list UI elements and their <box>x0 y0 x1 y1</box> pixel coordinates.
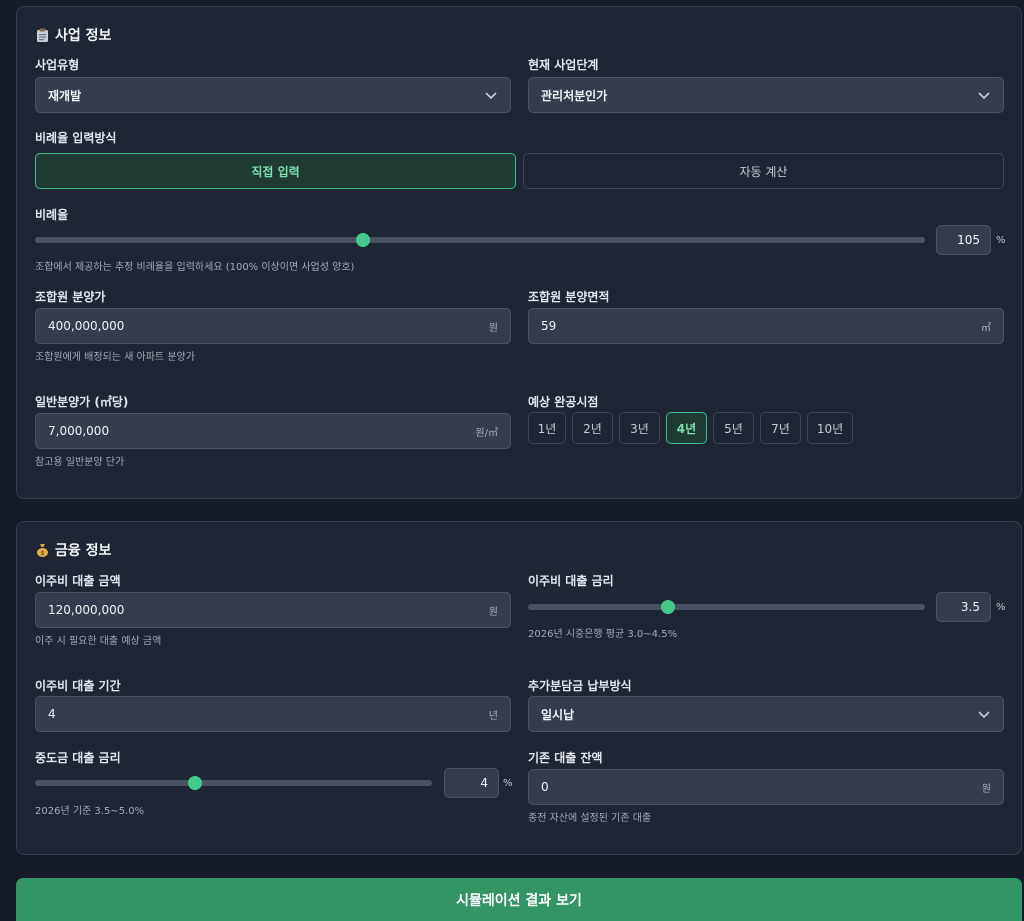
business-type-select[interactable]: 재개발 <box>35 77 511 113</box>
existing-loan-field[interactable]: 원 <box>528 769 1004 805</box>
clipboard-icon <box>35 28 49 42</box>
business-stage-value: 관리처분인가 <box>541 88 608 103</box>
middle-rate-label: 중도금 대출 금리 <box>35 751 121 765</box>
moving-loan-input[interactable] <box>48 603 483 617</box>
general-price-field[interactable]: 원/㎡ <box>35 413 511 449</box>
existing-loan-label: 기존 대출 잔액 <box>528 751 603 765</box>
moving-period-unit: 년 <box>488 710 498 722</box>
completion-chip-1y[interactable]: 1년 <box>528 412 566 444</box>
general-price-input[interactable] <box>48 424 470 438</box>
payment-method-select[interactable]: 일시납 <box>528 696 1004 732</box>
member-price-help: 조합원에게 배정되는 새 아파트 분양가 <box>35 352 195 363</box>
general-price-label: 일반분양가 (㎡당) <box>35 395 129 409</box>
completion-chip-10y[interactable]: 10년 <box>807 412 853 444</box>
member-area-unit: ㎡ <box>981 322 991 334</box>
ratio-unit: % <box>996 235 1006 246</box>
payment-method-value: 일시납 <box>541 707 575 722</box>
existing-loan-help: 종전 자산에 설정된 기존 대출 <box>528 813 652 824</box>
middle-rate-input[interactable]: 4 <box>444 768 499 798</box>
middle-rate-slider-track[interactable] <box>35 780 432 786</box>
member-price-unit: 원 <box>488 322 498 334</box>
business-info-title-text: 사업 정보 <box>55 28 112 44</box>
finance-info-title-text: 금융 정보 <box>55 543 112 559</box>
moving-rate-unit: % <box>996 602 1006 613</box>
completion-chip-3y[interactable]: 3년 <box>619 412 660 444</box>
payment-method-label: 추가분담금 납부방식 <box>528 679 632 693</box>
ratio-slider-thumb[interactable] <box>356 233 370 247</box>
general-price-help: 참고용 일반분양 단가 <box>35 457 125 468</box>
member-price-input[interactable] <box>48 319 483 333</box>
completion-chip-7y[interactable]: 7년 <box>760 412 801 444</box>
business-type-label: 사업유형 <box>35 58 80 72</box>
general-price-unit: 원/㎡ <box>475 427 498 439</box>
member-area-input[interactable] <box>541 319 975 333</box>
ratio-mode-direct-button[interactable]: 직접 입력 <box>35 153 516 189</box>
chevron-down-icon <box>978 92 990 100</box>
finance-info-title: $ 금융 정보 <box>35 540 111 560</box>
member-area-label: 조합원 분양면적 <box>528 290 610 304</box>
moving-loan-field[interactable]: 원 <box>35 592 511 628</box>
moving-rate-slider-track[interactable] <box>528 604 925 610</box>
business-info-title: 사업 정보 <box>35 25 111 45</box>
middle-rate-help: 2026년 기준 3.5~5.0% <box>35 806 145 817</box>
chevron-down-icon <box>978 711 990 719</box>
svg-text:$: $ <box>40 550 44 557</box>
middle-rate-slider-thumb[interactable] <box>188 776 202 790</box>
moving-loan-help: 이주 시 필요한 대출 예상 금액 <box>35 636 162 647</box>
ratio-slider-track[interactable] <box>35 237 925 243</box>
ratio-mode-label: 비례율 입력방식 <box>35 131 117 145</box>
moving-loan-label: 이주비 대출 금액 <box>35 574 121 588</box>
business-type-value: 재개발 <box>48 88 82 103</box>
simulate-results-button[interactable]: 시뮬레이션 결과 보기 <box>16 878 1022 921</box>
member-area-field[interactable]: ㎡ <box>528 308 1004 344</box>
business-stage-label: 현재 사업단계 <box>528 58 599 72</box>
existing-loan-unit: 원 <box>981 783 991 795</box>
completion-label: 예상 완공시점 <box>528 395 599 409</box>
moving-rate-help: 2026년 시중은행 평균 3.0~4.5% <box>528 629 678 640</box>
ratio-mode-auto-button[interactable]: 자동 계산 <box>523 153 1004 189</box>
completion-chip-2y[interactable]: 2년 <box>572 412 613 444</box>
moving-rate-slider-thumb[interactable] <box>661 600 675 614</box>
middle-rate-unit: % <box>503 778 513 789</box>
ratio-input[interactable]: 105 <box>936 225 991 255</box>
business-stage-select[interactable]: 관리처분인가 <box>528 77 1004 113</box>
existing-loan-input[interactable] <box>541 780 976 794</box>
moving-rate-label: 이주비 대출 금리 <box>528 574 614 588</box>
money-bag-icon: $ <box>35 543 49 557</box>
moving-period-field[interactable]: 년 <box>35 696 511 732</box>
member-price-label: 조합원 분양가 <box>35 290 106 304</box>
ratio-help: 조합에서 제공하는 추정 비례율을 입력하세요 (100% 이상이면 사업성 양… <box>35 262 355 273</box>
member-price-field[interactable]: 원 <box>35 308 511 344</box>
moving-period-label: 이주비 대출 기간 <box>35 679 121 693</box>
chevron-down-icon <box>485 92 497 100</box>
moving-period-input[interactable] <box>48 707 483 721</box>
moving-rate-input[interactable]: 3.5 <box>936 592 991 622</box>
ratio-label: 비례율 <box>35 208 69 222</box>
completion-chip-4y[interactable]: 4년 <box>666 412 707 444</box>
completion-chip-5y[interactable]: 5년 <box>713 412 754 444</box>
moving-loan-unit: 원 <box>488 606 498 618</box>
